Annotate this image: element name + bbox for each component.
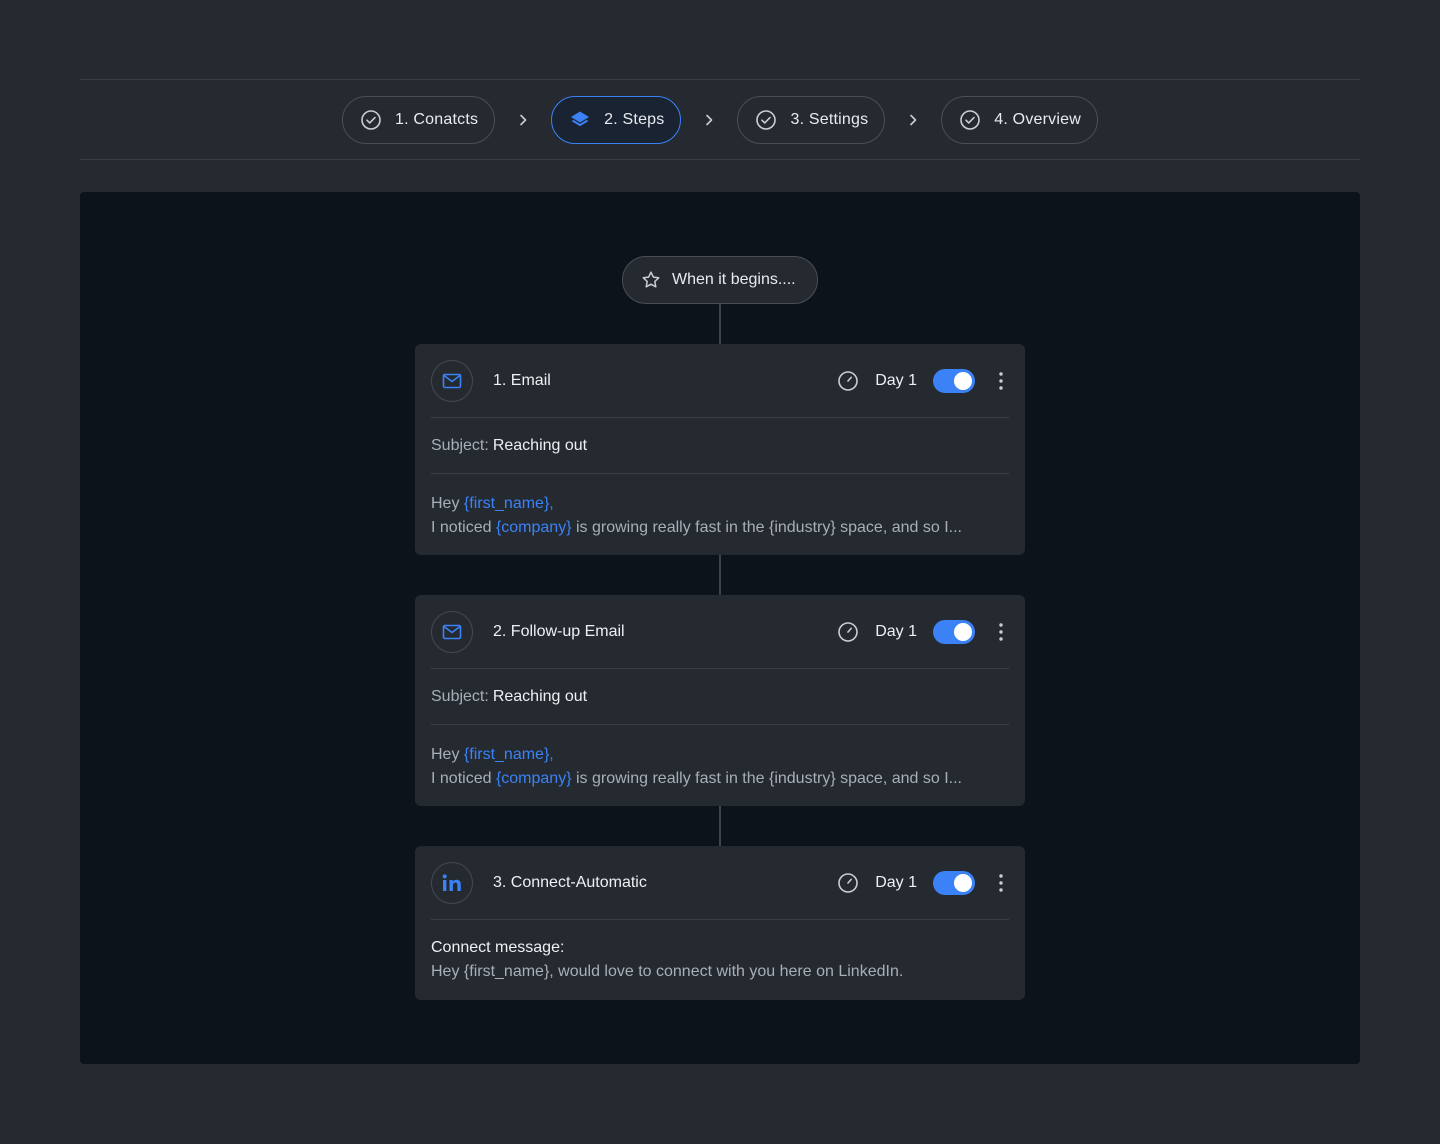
connect-message-preview: Connect message: Hey {first_name}, would…: [415, 920, 1025, 984]
body-line-1: Hey {first_name},: [431, 492, 1009, 516]
layers-icon: [569, 109, 591, 131]
toggle-knob: [954, 371, 972, 390]
start-trigger-label: When it begins....: [672, 271, 796, 288]
sequence-step-card[interactable]: 2. Follow-up Email Day 1 Subject: Reachi…: [415, 595, 1025, 806]
chevron-right-icon: [885, 114, 941, 126]
body-line-2: I noticed {company} is growing really fa…: [431, 516, 1009, 540]
step-label: 1. Conatcts: [395, 111, 479, 128]
step-delay-day: Day 1: [875, 371, 917, 389]
step-card-header: 2. Follow-up Email Day 1: [431, 595, 1009, 669]
more-options-icon[interactable]: [993, 873, 1009, 892]
greeting-text: Hey: [431, 495, 460, 512]
mail-icon: [431, 359, 473, 402]
chevron-right-icon: [681, 114, 737, 126]
step-contacts[interactable]: 1. Conatcts: [342, 96, 496, 144]
sequence-step-card[interactable]: 3. Connect-Automatic Day 1 Connect messa…: [415, 846, 1025, 1000]
flow-connector: [719, 806, 721, 846]
sequence-canvas: When it begins.... 1. Email Day 1 Subjec…: [80, 192, 1360, 1064]
subject-value: Reaching out: [492, 687, 588, 705]
variable-first-name: {first_name},: [463, 746, 554, 763]
variable-first-name: {first_name},: [463, 495, 554, 512]
step-label: 2. Steps: [604, 111, 665, 128]
step-title: 2. Follow-up Email: [493, 622, 625, 640]
linkedin-icon: [431, 861, 473, 904]
email-subject-row: Subject: Reaching out: [431, 669, 1009, 725]
step-title: 1. Email: [493, 371, 551, 389]
step-enabled-toggle[interactable]: [933, 619, 975, 644]
stepper: 1. Conatcts 2. Steps 3. Settings 4. Over…: [80, 96, 1360, 144]
stepper-bar: 1. Conatcts 2. Steps 3. Settings 4. Over…: [80, 79, 1360, 160]
clock-icon[interactable]: [837, 621, 859, 643]
step-title: 3. Connect-Automatic: [493, 873, 647, 891]
flow-connector: [719, 555, 721, 595]
sequence-step-card[interactable]: 1. Email Day 1 Subject: Reaching out Hey…: [415, 344, 1025, 555]
step-settings[interactable]: 3. Settings: [737, 96, 886, 144]
check-circle-icon: [959, 109, 981, 131]
step-overview[interactable]: 4. Overview: [941, 96, 1098, 144]
subject-label: Subject:: [431, 687, 489, 705]
mail-icon: [431, 610, 473, 653]
step-enabled-toggle[interactable]: [933, 368, 975, 393]
email-subject-row: Subject: Reaching out: [431, 418, 1009, 474]
clock-icon[interactable]: [837, 370, 859, 392]
email-body-preview: Hey {first_name}, I noticed {company} is…: [415, 474, 1025, 540]
step-label: 4. Overview: [994, 111, 1081, 128]
more-options-icon[interactable]: [993, 622, 1009, 641]
toggle-knob: [954, 622, 972, 641]
greeting-text: Hey: [431, 746, 460, 763]
star-icon: [641, 270, 661, 290]
step-enabled-toggle[interactable]: [933, 870, 975, 895]
step-card-header: 3. Connect-Automatic Day 1: [431, 846, 1009, 920]
step-steps[interactable]: 2. Steps: [551, 96, 682, 144]
line-prefix: I noticed: [431, 770, 492, 787]
subject-value: Reaching out: [492, 436, 588, 454]
variable-company: {company}: [495, 519, 572, 536]
step-delay-day: Day 1: [875, 622, 917, 640]
check-circle-icon: [755, 109, 777, 131]
step-label: 3. Settings: [790, 111, 869, 128]
flow-connector: [719, 304, 721, 344]
connect-message-label: Connect message:: [431, 939, 565, 956]
body-line-1: Hey {first_name},: [431, 743, 1009, 767]
body-line-2: I noticed {company} is growing really fa…: [431, 767, 1009, 791]
more-options-icon[interactable]: [993, 371, 1009, 390]
connect-message-text: Hey {first_name}, would love to connect …: [431, 963, 904, 980]
email-body-preview: Hey {first_name}, I noticed {company} is…: [415, 725, 1025, 791]
step-card-header: 1. Email Day 1: [431, 344, 1009, 418]
line-rest: is growing really fast in the {industry}…: [576, 519, 962, 536]
clock-icon[interactable]: [837, 872, 859, 894]
step-delay-day: Day 1: [875, 873, 917, 891]
line-prefix: I noticed: [431, 519, 492, 536]
subject-label: Subject:: [431, 436, 489, 454]
check-circle-icon: [360, 109, 382, 131]
toggle-knob: [954, 873, 972, 892]
chevron-right-icon: [495, 114, 551, 126]
start-trigger-node[interactable]: When it begins....: [622, 256, 818, 304]
line-rest: is growing really fast in the {industry}…: [576, 770, 962, 787]
variable-company: {company}: [495, 770, 572, 787]
